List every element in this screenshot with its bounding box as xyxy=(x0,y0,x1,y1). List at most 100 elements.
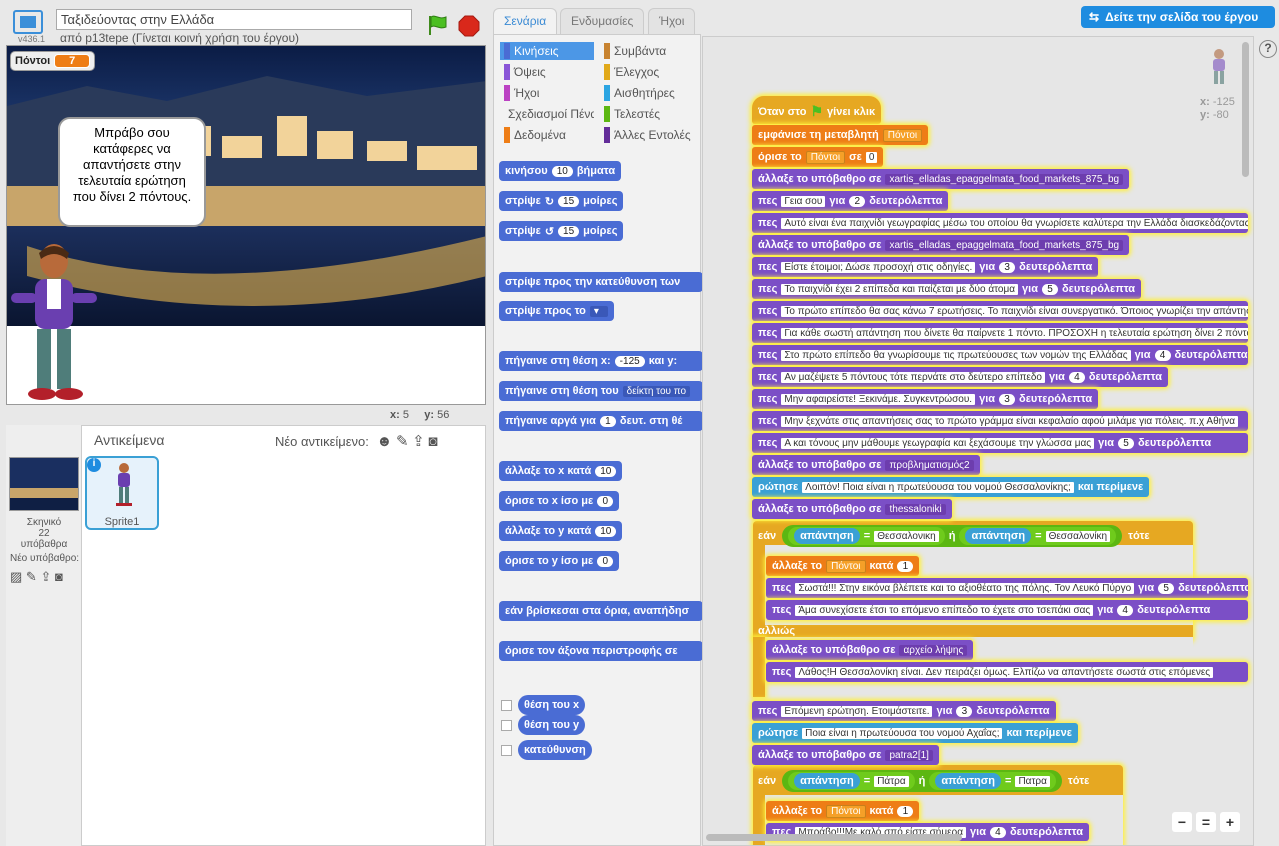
camera-backdrop-icon[interactable]: ◙ xyxy=(55,569,63,584)
project-title-input[interactable]: Ταξιδεύοντας στην Ελλάδα xyxy=(56,9,412,30)
green-flag-icon[interactable] xyxy=(426,14,448,36)
palette-set-y-block[interactable]: όρισε το y ίσο με 0 xyxy=(499,551,620,571)
paint-icon[interactable]: ✎ xyxy=(396,433,409,450)
say-block-9[interactable]: πες Μην αφαιρείστε! Ξεκινάμε. Συγκεντρώσο… xyxy=(752,389,1099,409)
say-block-4[interactable]: πες Το παιχνίδι έχει 2 επίπεδα και παίζετ… xyxy=(752,279,1142,299)
stop-icon[interactable] xyxy=(458,15,480,37)
when-flag-clicked-block[interactable]: Όταν στο ⚑ γίνει κλικ xyxy=(752,96,882,124)
say-block-11[interactable]: πες Α και τόνους μην μάθουμε γεωγραφία κα… xyxy=(752,433,1248,453)
category-motion[interactable]: Κινήσεις xyxy=(500,42,594,60)
upload-backdrop-icon[interactable]: ⇪ xyxy=(40,569,51,584)
ask-block-2[interactable]: ρώτησε Ποια είναι η πρωτεύουσα του νομού … xyxy=(752,723,1078,743)
switch-backdrop-block-2[interactable]: άλλαξε το υπόβαθρο σε xartis_elladas_epag… xyxy=(752,235,1130,255)
category-events[interactable]: Συμβάντα xyxy=(600,42,694,60)
palette-set-x-block[interactable]: όρισε το x ίσο με 0 xyxy=(499,491,620,511)
or-operator-1[interactable]: απάντηση = Θεσσαλονικη ή απάντηση = Θεσσαλον… xyxy=(782,525,1123,547)
x-position-reporter[interactable]: θέση του x xyxy=(518,695,586,715)
palette-move-block[interactable]: κινήσου 10 βήματα xyxy=(499,161,622,181)
tab-scripts[interactable]: Σενάρια xyxy=(493,8,558,34)
backdrop-library-icon[interactable]: ▨ xyxy=(10,569,22,584)
category-more-blocks[interactable]: Άλλες Εντολές xyxy=(600,126,694,144)
palette-point-direction-block[interactable]: στρίψε προς την κατεύθυνση των xyxy=(499,272,703,292)
category-operators[interactable]: Τελεστές xyxy=(600,105,694,123)
fullscreen-icon[interactable] xyxy=(13,10,43,34)
zoom-out-icon[interactable]: − xyxy=(1172,812,1192,832)
palette-rotation-style-block[interactable]: όρισε τον άξονα περιστροφής σε xyxy=(499,641,703,661)
palette-goto-xy-block[interactable]: πήγαινε στη θέση x: -125 και y: xyxy=(499,351,703,371)
switch-backdrop-block-6[interactable]: άλλαξε το υπόβαθρο σε patra2[1] xyxy=(752,745,939,765)
say-block-5[interactable]: πες Το πρώτο επίπεδο θα σας κάνω 7 ερωτήσ… xyxy=(752,301,1248,321)
palette-glide-block[interactable]: πήγαινε αργά για 1 δευτ. στη θέ xyxy=(499,411,703,431)
say-block-2[interactable]: πες Αυτό είναι ένα παιχνίδι γεωγραφίας μέ… xyxy=(752,213,1248,233)
show-variable-block[interactable]: εμφάνισε τη μεταβλητή Πόντοι xyxy=(752,125,929,145)
equals-operator-1b[interactable]: απάντηση = Θεσσαλονίκη xyxy=(959,527,1117,545)
horizontal-scrollbar[interactable] xyxy=(706,834,962,841)
y-position-checkbox[interactable] xyxy=(501,719,512,731)
palette-goto-block[interactable]: πήγαινε στη θέση του δείκτη του πο xyxy=(499,381,703,401)
palette-turn-left-block[interactable]: στρίψε ↺ 15 μοίρες xyxy=(499,221,624,241)
project-byline: από p13tepe (Γίνεται κοινή χρήση του έργ… xyxy=(60,31,300,45)
direction-checkbox[interactable] xyxy=(501,744,512,756)
paint-backdrop-icon[interactable]: ✎ xyxy=(26,569,37,584)
say-block-7[interactable]: πες Στο πρώτο επίπεδο θα γνωρίσουμε τις π… xyxy=(752,345,1248,365)
set-variable-block[interactable]: όρισε το Πόντοι σε 0 xyxy=(752,147,884,167)
palette-point-towards-block[interactable]: στρίψε προς το ▾ xyxy=(499,301,614,321)
help-icon[interactable]: ? xyxy=(1259,40,1277,58)
category-looks[interactable]: Όψεις xyxy=(500,63,594,81)
x-position-checkbox[interactable] xyxy=(501,699,512,711)
if-condition-1: εάν απάντηση = Θεσσαλονικη ή απάντηση = Θεσσ… xyxy=(758,525,1150,547)
camera-icon[interactable]: ◙ xyxy=(428,433,437,450)
equals-operator-2b[interactable]: απάντηση = Πατρα xyxy=(929,772,1056,790)
zoom-controls: − = + xyxy=(1172,812,1240,832)
stage-thumbnail[interactable] xyxy=(9,457,79,511)
zoom-in-icon[interactable]: + xyxy=(1220,812,1240,832)
palette-change-y-block[interactable]: άλλαξε το y κατά 10 xyxy=(499,521,623,541)
new-sprite-label: Νέο αντικείμενο: ☻ ✎ ⇪ ◙ xyxy=(275,433,438,450)
switch-backdrop-block-3[interactable]: άλλαξε το υπόβαθρο σε προβληματισμός2 xyxy=(752,455,980,475)
sprite-character[interactable] xyxy=(9,241,99,405)
tab-sounds[interactable]: Ήχοι xyxy=(648,8,696,34)
category-control[interactable]: Έλεγχος xyxy=(600,63,694,81)
category-pen[interactable]: Σχεδιασμοί Πένας xyxy=(500,105,594,123)
say-block-15[interactable]: πες Επόμενη ερώτηση. Ετοιμάστειτε. για 3 δευ… xyxy=(752,701,1056,721)
say-block-13[interactable]: πες Άμα συνεχίσετε έτσι το επόμενο επίπεδ… xyxy=(766,600,1248,620)
help-panel: ? xyxy=(1257,36,1279,846)
info-icon[interactable]: i xyxy=(87,458,101,472)
say-block-12[interactable]: πες Σωστά!!! Στην εικόνα βλέπετε και το α… xyxy=(766,578,1248,598)
tab-costumes[interactable]: Ενδυμασίες xyxy=(560,8,645,34)
zoom-reset-icon[interactable]: = xyxy=(1196,812,1216,832)
see-project-page-button[interactable]: ⇆ Δείτε την σελίδα του έργου xyxy=(1081,6,1275,28)
else-arm-1 xyxy=(753,637,765,697)
switch-backdrop-block[interactable]: άλλαξε το υπόβαθρο σε xartis_elladas_epag… xyxy=(752,169,1130,189)
upload-icon[interactable]: ⇪ xyxy=(412,433,425,450)
sprites-header: Αντικείμενα xyxy=(94,432,165,448)
say-block-10[interactable]: πες Μην ξεχνάτε στις απαντήσεις σας το πρ… xyxy=(752,411,1248,431)
new-backdrop-label: Νέο υπόβαθρο: ▨ ✎ ⇪ ◙ xyxy=(10,553,80,584)
palette-turn-right-block[interactable]: στρίψε ↻ 15 μοίρες xyxy=(499,191,624,211)
switch-backdrop-block-5[interactable]: άλλαξε το υπόβαθρο σε αρχείο λήψης xyxy=(766,640,974,660)
say-block-3[interactable]: πες Είστε έτοιμοι; Δώσε προσοχή στις οδηγ… xyxy=(752,257,1099,277)
say-block-14[interactable]: πες Λάθος!Η Θεσσαλονίκη είναι. Δεν πειράζ… xyxy=(766,662,1248,682)
direction-reporter-row: κατεύθυνση xyxy=(501,740,592,760)
say-block-1[interactable]: πες Γεια σου για 2 δευτερόλεπτα xyxy=(752,191,949,211)
palette-bounce-block[interactable]: εάν βρίσκεσαι στα όρια, αναπήδησ xyxy=(499,601,703,621)
category-data[interactable]: Δεδομένα xyxy=(500,126,594,144)
or-operator-2[interactable]: απάντηση = Πάτρα ή απάντηση = Πατρα xyxy=(782,770,1062,792)
variable-monitor[interactable]: Πόντοι 7 xyxy=(10,51,96,71)
category-sensing[interactable]: Αισθητήρες xyxy=(600,84,694,102)
equals-operator-2a[interactable]: απάντηση = Πάτρα xyxy=(788,772,915,790)
change-variable-block-2[interactable]: άλλαξε το Πόντοι κατά 1 xyxy=(766,801,920,821)
category-sound[interactable]: Ήχοι xyxy=(500,84,594,102)
y-position-reporter[interactable]: θέση του y xyxy=(518,715,586,735)
vertical-scrollbar[interactable] xyxy=(1242,42,1249,177)
ask-block-1[interactable]: ρώτησε Λοιπόν! Ποια είναι η πρωτεύουσα το… xyxy=(752,477,1150,497)
direction-reporter[interactable]: κατεύθυνση xyxy=(518,740,592,760)
palette-change-x-block[interactable]: άλλαξε το x κατά 10 xyxy=(499,461,623,481)
equals-operator-1a[interactable]: απάντηση = Θεσσαλονικη xyxy=(788,527,945,545)
sprite-library-icon[interactable]: ☻ xyxy=(377,433,393,450)
say-block-8[interactable]: πες Αν μαζέψετε 5 πόντους τότε περνάτε στ… xyxy=(752,367,1168,387)
switch-backdrop-block-4[interactable]: άλλαξε το υπόβαθρο σε thessaloniki xyxy=(752,499,952,519)
change-variable-block-1[interactable]: άλλαξε το Πόντοι κατά 1 xyxy=(766,556,920,576)
say-block-6[interactable]: πες Για κάθε σωστή απάντηση που δίνετε θα… xyxy=(752,323,1248,343)
stage-label: Σκηνικό 22 υπόβαθρα xyxy=(20,517,68,550)
